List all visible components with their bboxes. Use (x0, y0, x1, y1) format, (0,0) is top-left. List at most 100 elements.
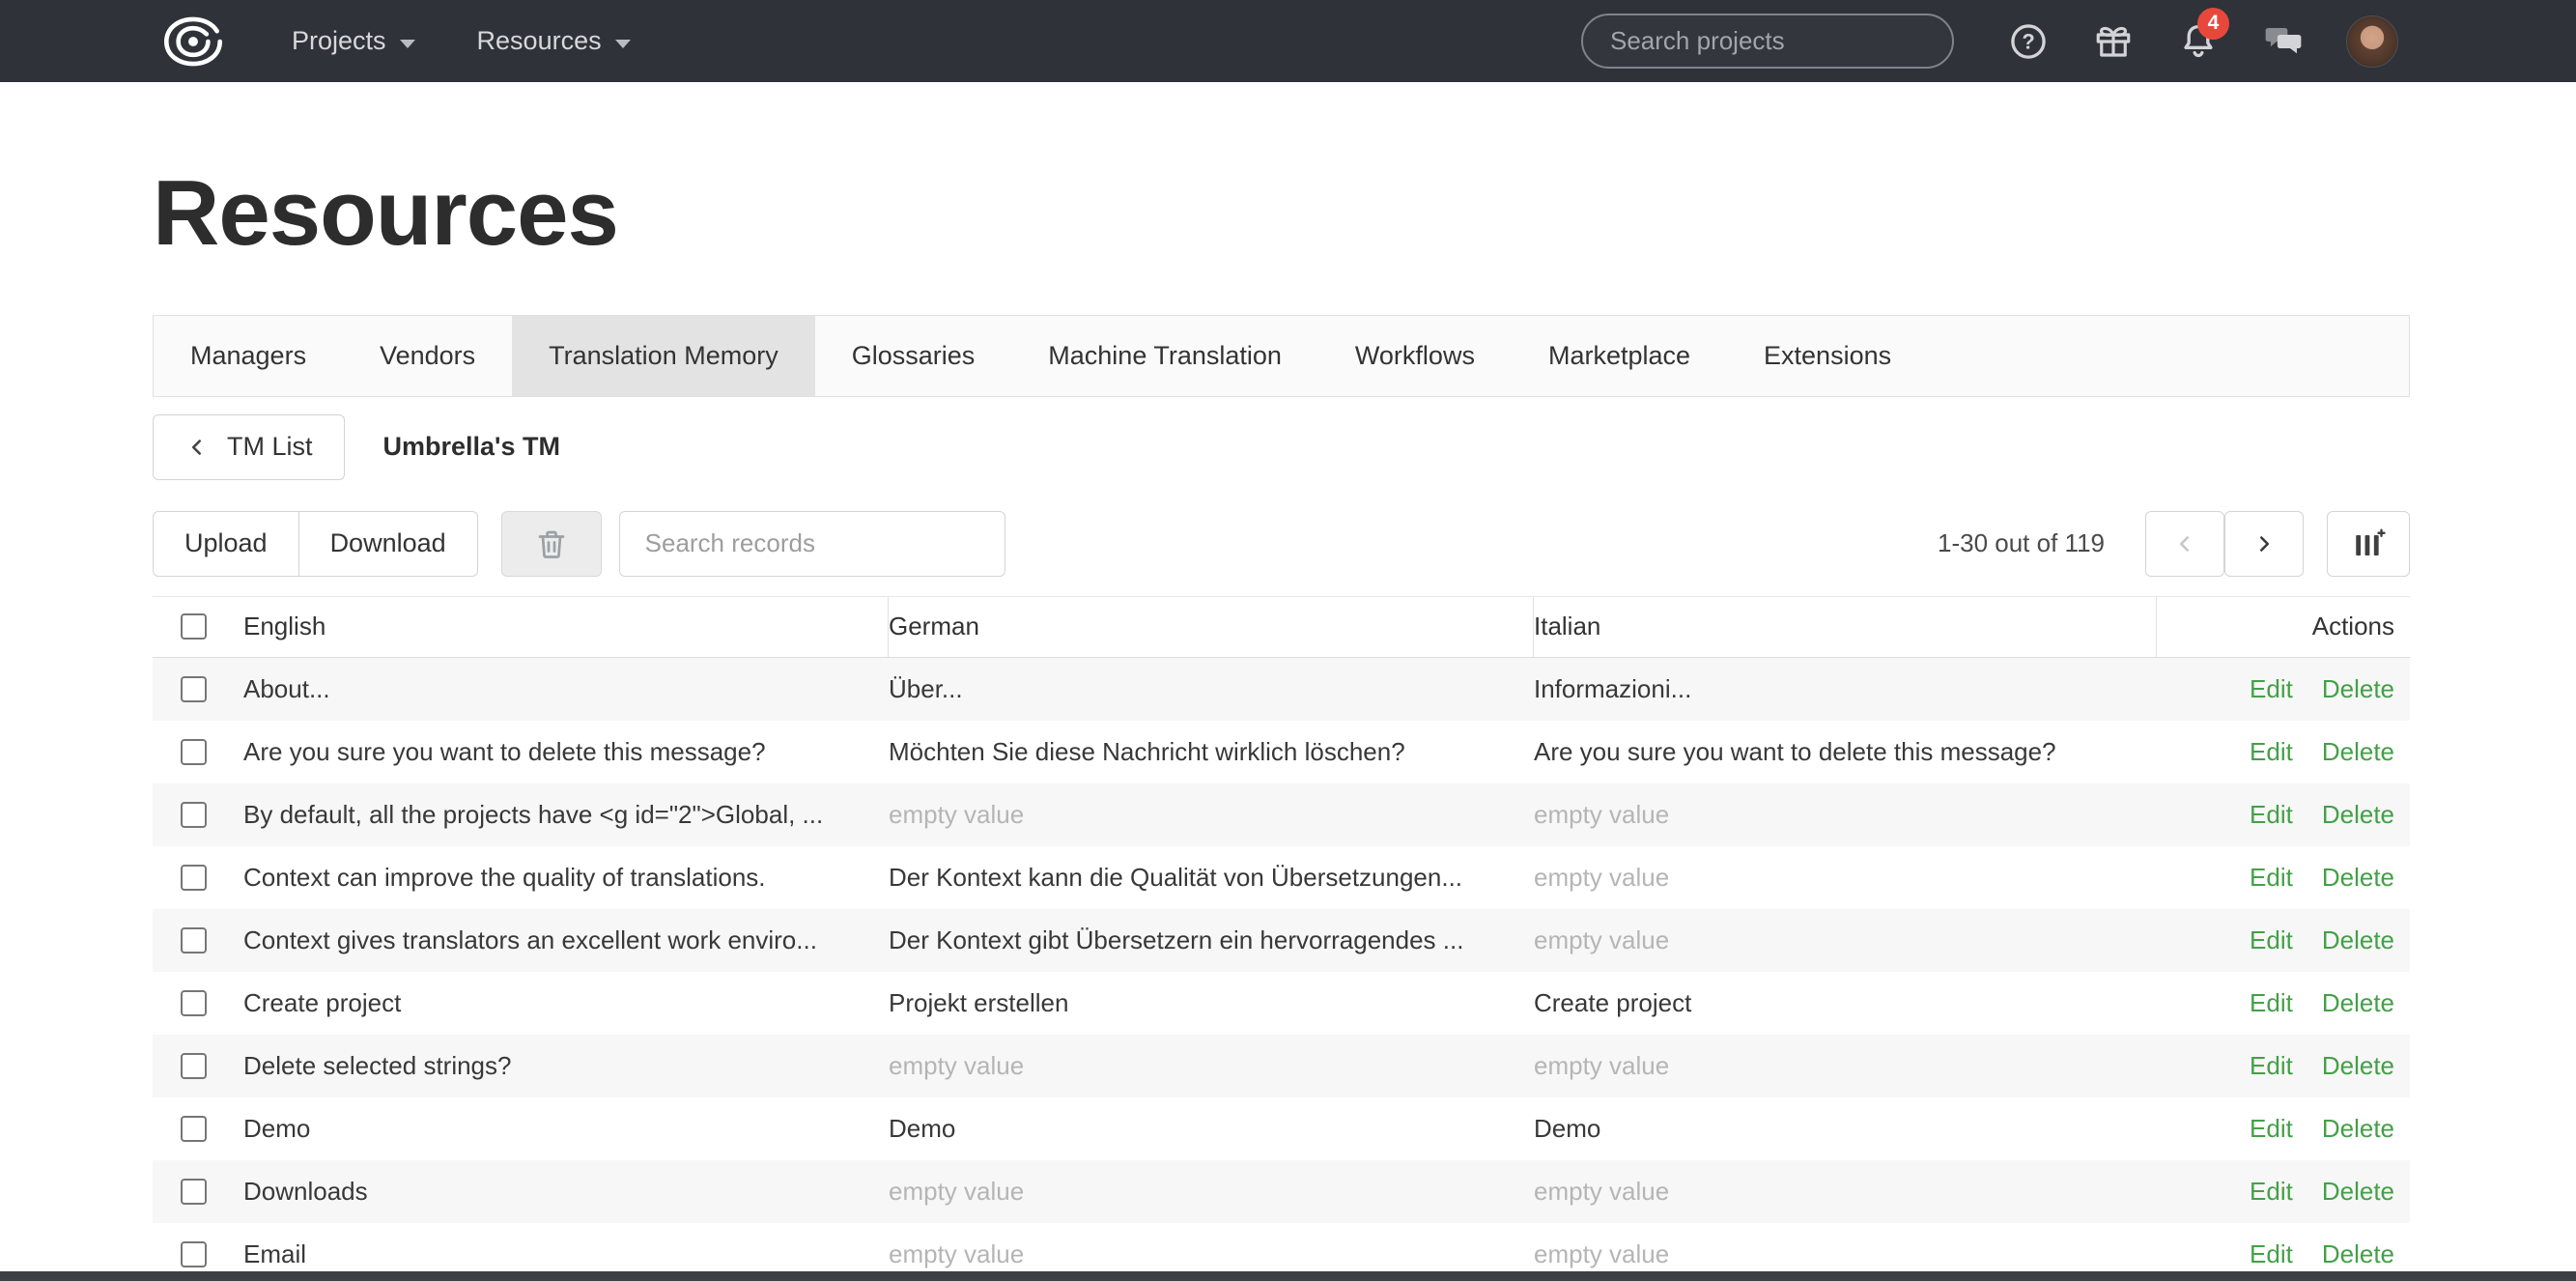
cell-english: Create project (243, 988, 889, 1018)
chevron-down-icon (615, 40, 631, 48)
cell-italian: empty value (1534, 863, 2157, 893)
nav-projects[interactable]: Projects (292, 26, 415, 56)
upload-download-group: Upload Download (153, 511, 478, 577)
row-checkbox[interactable] (181, 1179, 207, 1205)
row-checkbox[interactable] (181, 676, 207, 702)
search-records-input[interactable] (619, 511, 1005, 577)
projects-search (1581, 14, 1954, 69)
cell-actions: Edit Delete (2157, 737, 2410, 767)
row-checkbox[interactable] (181, 1241, 207, 1267)
download-button[interactable]: Download (298, 511, 478, 577)
delete-link[interactable]: Delete (2322, 1239, 2394, 1269)
cell-german: Der Kontext kann die Qualität von Überse… (889, 863, 1534, 893)
delete-link[interactable]: Delete (2322, 674, 2394, 704)
messages-button[interactable] (2263, 21, 2304, 62)
row-checkbox[interactable] (181, 990, 207, 1016)
edit-link[interactable]: Edit (2250, 1177, 2293, 1207)
cell-german: Möchten Sie diese Nachricht wirklich lös… (889, 737, 1534, 767)
row-checkbox[interactable] (181, 927, 207, 954)
cell-italian: Are you sure you want to delete this mes… (1534, 737, 2157, 767)
tab-machine-translation[interactable]: Machine Translation (1011, 316, 1318, 396)
edit-link[interactable]: Edit (2250, 1051, 2293, 1081)
row-checkbox-cell (153, 990, 243, 1016)
edit-link[interactable]: Edit (2250, 988, 2293, 1018)
page-title: Resources (153, 165, 2410, 263)
cell-german: Der Kontext gibt Übersetzern ein hervorr… (889, 925, 1534, 955)
projects-search-input[interactable] (1610, 26, 1934, 56)
cell-english: By default, all the projects have <g id=… (243, 800, 889, 830)
delete-link[interactable]: Delete (2322, 925, 2394, 955)
delete-link[interactable]: Delete (2322, 1177, 2394, 1207)
delete-selected-button[interactable] (501, 511, 602, 577)
edit-link[interactable]: Edit (2250, 800, 2293, 830)
row-checkbox[interactable] (181, 1116, 207, 1142)
cell-italian: Informazioni... (1534, 674, 2157, 704)
svg-text:?: ? (2022, 29, 2034, 53)
row-checkbox[interactable] (181, 1053, 207, 1079)
row-checkbox-cell (153, 1179, 243, 1205)
tab-managers[interactable]: Managers (154, 316, 343, 396)
help-button[interactable]: ? (2008, 21, 2049, 62)
edit-link[interactable]: Edit (2250, 737, 2293, 767)
column-header-english: English (243, 597, 889, 657)
column-header-german: German (889, 597, 1534, 657)
row-checkbox-cell (153, 865, 243, 891)
header-checkbox-cell (153, 597, 243, 657)
column-settings-icon (2351, 527, 2386, 561)
row-checkbox[interactable] (181, 865, 207, 891)
cell-german: empty value (889, 1177, 1534, 1207)
tm-list-label: TM List (227, 432, 313, 462)
row-checkbox[interactable] (181, 802, 207, 828)
table-row: Downloadsempty valueempty valueEditDelet… (153, 1160, 2410, 1223)
delete-link[interactable]: Delete (2322, 1051, 2394, 1081)
tab-glossaries[interactable]: Glossaries (815, 316, 1012, 396)
cell-italian: empty value (1534, 800, 2157, 830)
edit-link[interactable]: Edit (2250, 925, 2293, 955)
tab-workflows[interactable]: Workflows (1318, 316, 1512, 396)
gift-button[interactable] (2093, 21, 2134, 62)
notifications-button[interactable]: 4 (2178, 21, 2219, 62)
breadcrumb: TM List Umbrella's TM (153, 414, 2410, 480)
cell-italian: empty value (1534, 1177, 2157, 1207)
delete-link[interactable]: Delete (2322, 800, 2394, 830)
cell-german: Über... (889, 674, 1534, 704)
table-row: DemoDemoDemoEditDelete (153, 1097, 2410, 1160)
edit-link[interactable]: Edit (2250, 674, 2293, 704)
cell-german: Demo (889, 1114, 1534, 1144)
delete-link[interactable]: Delete (2322, 1114, 2394, 1144)
toolbar: Upload Download 1-30 out of 119 (153, 511, 2410, 577)
avatar[interactable] (2346, 15, 2398, 68)
tab-extensions[interactable]: Extensions (1727, 316, 1928, 396)
row-checkbox[interactable] (181, 739, 207, 765)
row-checkbox-cell (153, 802, 243, 828)
delete-link[interactable]: Delete (2322, 737, 2394, 767)
chat-icon (2263, 21, 2304, 62)
delete-link[interactable]: Delete (2322, 863, 2394, 893)
tab-vendors[interactable]: Vendors (343, 316, 512, 396)
nav-resources[interactable]: Resources (477, 26, 631, 56)
edit-link[interactable]: Edit (2250, 1239, 2293, 1269)
upload-button[interactable]: Upload (153, 511, 298, 577)
table-row: About...Über...Informazioni... Edit Delete (153, 658, 2410, 721)
row-checkbox-cell (153, 927, 243, 954)
edit-link[interactable]: Edit (2250, 1114, 2293, 1144)
cell-german: Projekt erstellen (889, 988, 1534, 1018)
table-row: By default, all the projects have <g id=… (153, 783, 2410, 846)
select-all-checkbox[interactable] (181, 613, 207, 640)
cell-italian: empty value (1534, 1239, 2157, 1269)
cell-actions: Edit Delete (2157, 800, 2410, 830)
notification-badge: 4 (2197, 8, 2229, 40)
tab-translation-memory[interactable]: Translation Memory (512, 316, 815, 396)
prev-page-button[interactable] (2145, 511, 2224, 577)
tm-list-back-button[interactable]: TM List (153, 414, 345, 480)
delete-link[interactable]: Delete (2322, 988, 2394, 1018)
next-page-button[interactable] (2224, 511, 2304, 577)
tab-marketplace[interactable]: Marketplace (1512, 316, 1727, 396)
crowdin-logo[interactable] (155, 14, 232, 69)
cell-english: About... (243, 674, 889, 704)
edit-link[interactable]: Edit (2250, 863, 2293, 893)
crowdin-owl-icon (155, 14, 232, 69)
cell-italian: empty value (1534, 925, 2157, 955)
cell-actions: Edit Delete (2157, 1051, 2410, 1081)
column-settings-button[interactable] (2327, 511, 2410, 577)
